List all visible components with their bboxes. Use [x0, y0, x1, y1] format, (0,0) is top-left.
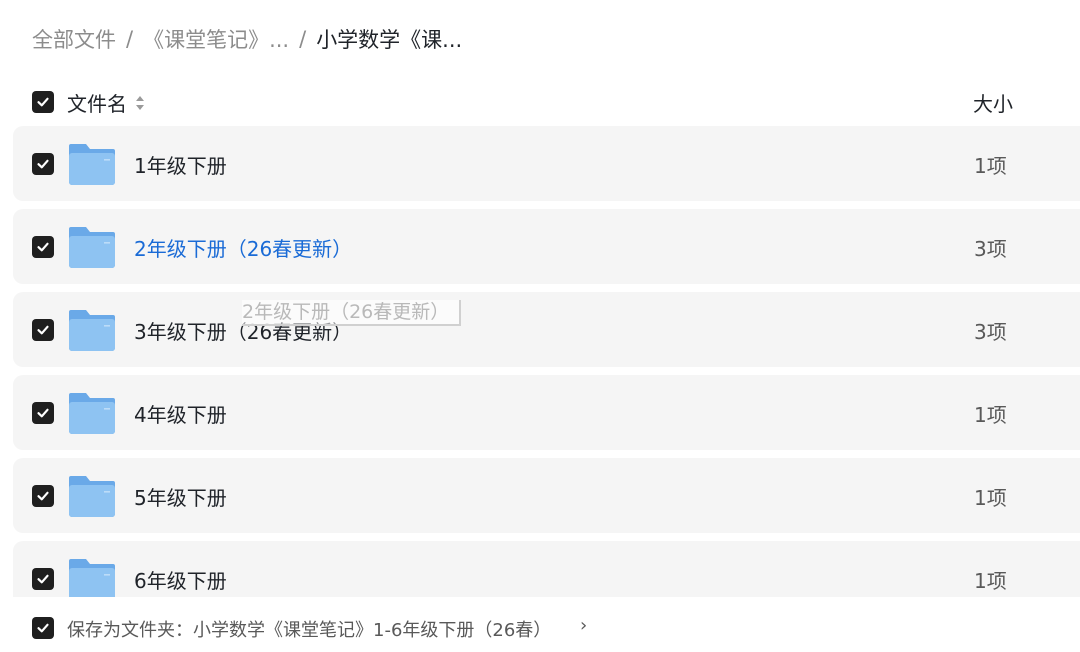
folder-icon	[69, 559, 115, 600]
folder-size: 3项	[974, 237, 1007, 261]
folder-name[interactable]: 1年级下册	[134, 150, 227, 179]
column-header-size[interactable]: 大小	[973, 88, 1013, 117]
sort-icon[interactable]	[135, 94, 145, 112]
breadcrumb-current: 小学数学《课...	[316, 28, 463, 52]
breadcrumb-root[interactable]: 全部文件	[32, 24, 116, 54]
breadcrumb: 全部文件 / 《课堂笔记》... / 小学数学《课...	[32, 22, 462, 56]
check-icon	[37, 491, 49, 501]
row-checkbox[interactable]	[32, 402, 54, 424]
folder-size: 1项	[974, 403, 1007, 427]
chevron-right-icon[interactable]: ›	[580, 615, 587, 636]
folder-name[interactable]: 5年级下册	[134, 482, 227, 511]
folder-row[interactable]: 4年级下册 1项	[13, 375, 1080, 450]
folder-size: 1项	[974, 486, 1007, 510]
folder-size: 3项	[974, 320, 1007, 344]
column-header-name-label: 文件名	[67, 92, 127, 116]
folder-size: 1项	[974, 569, 1007, 593]
folder-row[interactable]: 2年级下册（26春更新） 3项	[13, 209, 1080, 284]
folder-name[interactable]: 6年级下册	[134, 565, 227, 594]
check-icon	[37, 242, 49, 252]
folder-icon	[69, 476, 115, 517]
check-icon	[37, 325, 49, 335]
row-checkbox[interactable]	[32, 153, 54, 175]
folder-name[interactable]: 4年级下册	[134, 399, 227, 428]
check-icon	[37, 408, 49, 418]
folder-icon	[69, 227, 115, 268]
breadcrumb-separator: /	[126, 27, 134, 51]
breadcrumb-parent[interactable]: 《课堂笔记》...	[143, 24, 289, 54]
row-checkbox[interactable]	[32, 568, 54, 590]
breadcrumb-separator: /	[299, 27, 307, 51]
check-icon	[37, 97, 49, 107]
select-all-checkbox[interactable]	[32, 91, 54, 113]
folder-row[interactable]: 3年级下册（26春更新） 3项	[13, 292, 1080, 367]
save-as-folder-bar: 保存为文件夹：小学数学《课堂笔记》1-6年级下册（26春） ›	[0, 597, 1080, 652]
drag-ghost-label: 2年级下册（26春更新）	[242, 300, 462, 326]
column-header-name[interactable]: 文件名	[67, 88, 145, 117]
row-checkbox[interactable]	[32, 236, 54, 258]
folder-row[interactable]: 1年级下册 1项	[13, 126, 1080, 201]
check-icon	[37, 574, 49, 584]
folder-icon	[69, 310, 115, 351]
folder-name[interactable]: 2年级下册（26春更新）	[134, 233, 352, 262]
save-as-folder-checkbox[interactable]	[32, 617, 54, 639]
row-checkbox[interactable]	[32, 319, 54, 341]
folder-size: 1项	[974, 154, 1007, 178]
check-icon	[37, 623, 49, 633]
folder-icon	[69, 393, 115, 434]
save-as-folder-label[interactable]: 保存为文件夹：小学数学《课堂笔记》1-6年级下册（26春）	[67, 616, 551, 642]
check-icon	[37, 159, 49, 169]
file-list-header: 文件名 大小	[0, 82, 1080, 122]
row-checkbox[interactable]	[32, 485, 54, 507]
folder-icon	[69, 144, 115, 185]
folder-row[interactable]: 5年级下册 1项	[13, 458, 1080, 533]
